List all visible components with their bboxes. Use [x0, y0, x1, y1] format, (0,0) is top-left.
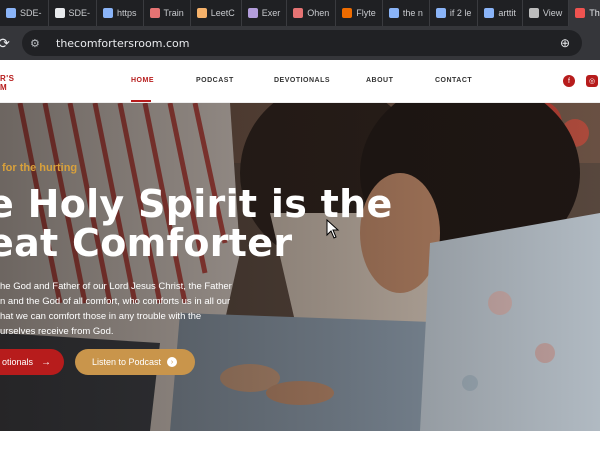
tab-label: the n [402, 8, 423, 18]
nav-devotionals[interactable]: DEVOTIONALS [274, 77, 330, 84]
tab-favicon-icon [435, 8, 446, 18]
devotionals-button[interactable]: otionals → [0, 349, 64, 375]
hero-overlay [0, 103, 600, 431]
browser-tab[interactable]: if 2 le [430, 0, 479, 26]
browser-tab[interactable]: Flyte [336, 0, 383, 26]
browser-tab[interactable]: Th [569, 0, 600, 26]
arrow-right-icon: → [41, 356, 52, 368]
browser-tab[interactable]: arttit [478, 0, 523, 26]
browser-tab[interactable]: SDE- [49, 0, 98, 26]
logo-line-1: R'S [0, 74, 15, 83]
browser-tab-strip: SDE- SDE-https Train LeetC Exer Ohen Flyte the … [0, 0, 600, 26]
tab-favicon-icon [575, 8, 586, 18]
browser-toolbar: ⟳ ⚙ thecomfortersroom.com ⊕ ☆ [0, 26, 600, 77]
reload-icon[interactable]: ⟳ [0, 33, 14, 53]
browser-tab[interactable]: View [523, 0, 570, 26]
hero-kicker: for the hurting [2, 162, 78, 174]
mouse-cursor-icon [326, 219, 340, 239]
arrow-circle-icon: › [167, 357, 178, 367]
site-logo[interactable]: R'S M [0, 74, 15, 92]
browser-tab[interactable]: Exer [242, 0, 288, 26]
tab-label: SDE- [68, 8, 91, 18]
tab-favicon-icon [528, 8, 539, 18]
instagram-icon[interactable]: ◎ [586, 75, 598, 87]
tab-favicon-icon [388, 8, 399, 18]
browser-tab[interactable]: Train [144, 0, 191, 26]
tab-label: SDE- [20, 8, 42, 18]
tab-favicon-icon [484, 8, 495, 18]
tab-label: arttit [498, 8, 516, 18]
zoom-icon[interactable]: ⊕ [560, 36, 570, 50]
tab-label: https [117, 8, 137, 18]
listen-to-podcast-button[interactable]: Listen to Podcast › [75, 349, 195, 375]
tab-label: Exer [261, 8, 281, 18]
tab-label: Th [589, 8, 600, 18]
browser-tab[interactable]: SDE- [0, 0, 49, 26]
podcast-button-label: Listen to Podcast [92, 357, 162, 367]
tab-favicon-icon [149, 8, 160, 18]
nav-home[interactable]: HOME [131, 77, 154, 84]
nav-podcast[interactable]: PODCAST [196, 77, 234, 84]
facebook-icon[interactable]: f [563, 75, 575, 87]
nav-about[interactable]: ABOUT [366, 77, 393, 84]
tab-favicon-icon [293, 8, 304, 18]
browser-tab[interactable]: https [97, 0, 144, 26]
hero-section: for the hurting e Holy Spirit is the eat… [0, 103, 600, 431]
nav-active-underline [131, 100, 151, 102]
browser-tab[interactable]: LeetC [191, 0, 242, 26]
tab-favicon-icon [103, 8, 114, 18]
tab-label: Ohen [307, 8, 330, 18]
tab-label: LeetC [210, 8, 235, 18]
nav-contact[interactable]: CONTACT [435, 77, 472, 84]
tab-favicon-icon [342, 8, 353, 18]
tab-label: if 2 le [449, 8, 472, 18]
tab-label: View [542, 8, 563, 18]
tab-label: Train [163, 8, 184, 18]
browser-tab[interactable]: Ohen [287, 0, 337, 26]
browser-tab[interactable]: the n [383, 0, 430, 26]
tab-favicon-icon [6, 8, 16, 18]
address-bar[interactable]: ⚙ thecomfortersroom.com ⊕ [22, 30, 582, 56]
page-below-hero [0, 431, 600, 450]
hero-body-text: he God and Father of our Lord Jesus Chri… [0, 281, 232, 337]
tab-label: Flyte [356, 8, 376, 18]
site-header: R'S M HOME PODCAST DEVOTIONALS ABOUT CON… [0, 60, 600, 103]
tab-favicon-icon [54, 8, 65, 18]
logo-line-2: M [0, 83, 8, 92]
url-text[interactable]: thecomfortersroom.com [56, 37, 189, 50]
devotionals-button-label: otionals [2, 357, 34, 367]
site-settings-icon[interactable]: ⚙ [30, 37, 46, 50]
tab-favicon-icon [247, 8, 258, 18]
tab-favicon-icon [196, 8, 207, 18]
